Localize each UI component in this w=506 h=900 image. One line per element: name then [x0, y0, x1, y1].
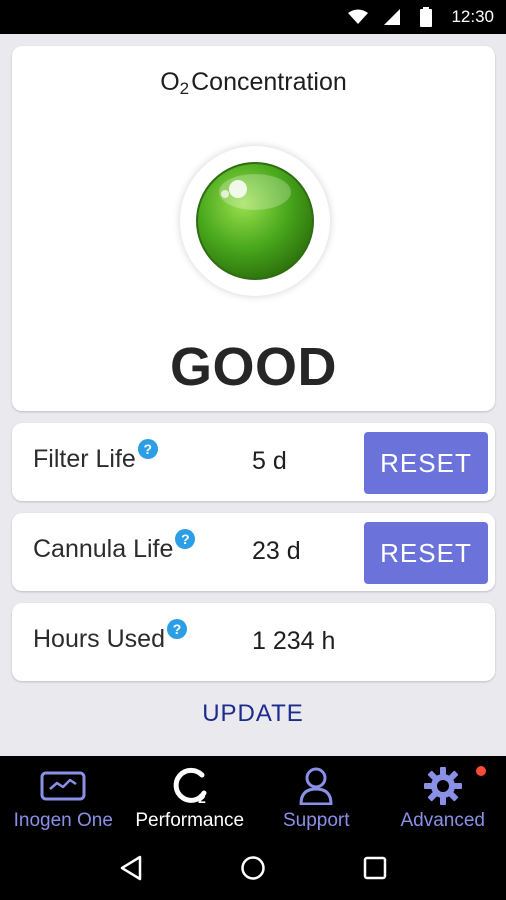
o2-icon: 2 [169, 766, 211, 806]
bottom-nav: Inogen One 2 Performance Support Advance… [0, 756, 506, 836]
filter-life-value: 5 d [252, 447, 287, 475]
nav-item-inogen-one[interactable]: Inogen One [0, 756, 127, 836]
reset-cannula-button[interactable]: RESET [364, 522, 488, 584]
person-icon [298, 766, 334, 806]
nav-item-advanced[interactable]: Advanced [380, 756, 506, 836]
nav-item-support[interactable]: Support [253, 756, 380, 836]
filter-life-row: Filter Life? 5 d RESET [12, 423, 495, 501]
help-icon[interactable]: ? [137, 439, 158, 459]
nav-item-performance[interactable]: 2 Performance [127, 756, 254, 836]
hours-used-label: Hours Used [33, 625, 165, 653]
back-icon[interactable] [111, 848, 151, 888]
gear-icon [423, 766, 463, 806]
o2-title-subscript: 2 [179, 79, 190, 98]
hours-used-label-group: Hours Used? [33, 619, 187, 654]
o2-card-title: O2Concentration [12, 68, 495, 99]
o2-indicator-ring [180, 146, 330, 296]
o2-title-o: O [160, 68, 180, 96]
nav-label-inogen-one: Inogen One [13, 810, 113, 831]
cannula-life-value: 23 d [252, 537, 301, 565]
o2-title-text: Concentration [191, 68, 347, 96]
main-content: O2Concentration GOOD Filter Life? 5 d RE… [0, 34, 506, 756]
filter-life-label: Filter Life [33, 445, 136, 473]
filter-life-label-group: Filter Life? [33, 439, 158, 474]
cell-signal-icon [381, 6, 403, 28]
notification-dot [476, 766, 486, 776]
home-icon[interactable] [233, 848, 273, 888]
recent-apps-icon[interactable] [355, 848, 395, 888]
nav-label-support: Support [282, 810, 350, 831]
cannula-life-label-group: Cannula Life? [33, 529, 196, 564]
hours-used-value: 1 234 h [252, 627, 336, 655]
o2-status-text: GOOD [169, 337, 337, 397]
system-nav-bar [0, 836, 506, 900]
cannula-life-label: Cannula Life [33, 535, 174, 563]
help-icon[interactable]: ? [167, 619, 187, 639]
battery-icon [415, 6, 437, 28]
nav-label-performance: Performance [135, 810, 245, 831]
svg-text:2: 2 [198, 790, 206, 806]
clock-time: 12:30 [451, 7, 494, 26]
nav-label-advanced: Advanced [400, 810, 485, 831]
help-icon[interactable]: ? [175, 529, 196, 549]
green-status-light-icon [196, 162, 314, 280]
reset-filter-button[interactable]: RESET [364, 432, 488, 494]
update-button[interactable]: UPDATE [0, 700, 506, 728]
o2-concentration-card: O2Concentration GOOD [12, 46, 495, 411]
status-bar: 12:30 [0, 0, 506, 34]
monitor-icon [40, 766, 86, 806]
wifi-icon [347, 6, 369, 28]
cannula-life-row: Cannula Life? 23 d RESET [12, 513, 495, 591]
hours-used-row: Hours Used? 1 234 h [12, 603, 495, 681]
